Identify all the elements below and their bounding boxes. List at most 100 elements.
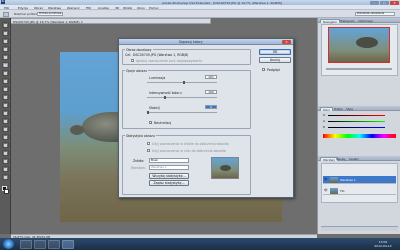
- tab-histogram[interactable]: Histogram: [338, 19, 357, 23]
- background-color-swatch[interactable]: [4, 189, 9, 194]
- gradient-tool-icon[interactable]: [2, 110, 9, 116]
- slider-g-track[interactable]: [328, 120, 385, 123]
- pen-tool-icon[interactable]: [2, 134, 9, 140]
- menu-filter[interactable]: Filtr: [86, 6, 92, 10]
- menu-image[interactable]: Obraz: [34, 6, 43, 10]
- color-slider-b[interactable]: B: [323, 126, 397, 129]
- eyedropper-tool-icon[interactable]: [3, 11, 9, 17]
- navigator-panel-header: Nawigator Histogram Informacje: [318, 18, 400, 24]
- menu-edit[interactable]: Edycja: [18, 6, 28, 10]
- slider-b-track[interactable]: [328, 126, 385, 129]
- color-slider-g[interactable]: G: [323, 120, 397, 123]
- load-statistics-button[interactable]: Wczytaj statystykę...: [149, 173, 189, 179]
- media-taskbar-icon[interactable]: [48, 239, 60, 249]
- target-group-label: Obraz docelowy: [125, 48, 153, 52]
- layer-name: Tło: [340, 188, 345, 193]
- menu-window[interactable]: Okno: [137, 6, 145, 10]
- ignore-selection-checkbox[interactable]: [131, 59, 134, 62]
- shape-tool-icon[interactable]: [2, 158, 9, 164]
- document-tab[interactable]: DSC00745.JPG @ 16,7% (Warstwa 1, RGB/8) …: [11, 18, 211, 24]
- browser-taskbar-icon[interactable]: [34, 239, 46, 249]
- source-label: Źródło:: [133, 159, 145, 163]
- clone-stamp-tool-icon[interactable]: [2, 86, 9, 92]
- system-clock[interactable]: 13:02 2012-04-12: [370, 240, 396, 248]
- fade-slider[interactable]: [147, 112, 217, 113]
- layers-panel-footer: [321, 226, 398, 231]
- use-selection-target-checkbox[interactable]: [147, 149, 150, 152]
- tab-styles[interactable]: Style: [344, 107, 355, 111]
- use-selection-target-label: Użyj zaznaczenia w celu do obliczenia ko…: [152, 148, 226, 153]
- hand-tool-icon[interactable]: [2, 166, 9, 172]
- fade-input[interactable]: 0: [205, 105, 217, 109]
- source-select[interactable]: Brak: [149, 158, 189, 163]
- fade-slider-knob[interactable]: [147, 111, 149, 114]
- color-intensity-input[interactable]: 100: [205, 90, 217, 94]
- menu-select[interactable]: Zaznacz: [67, 6, 79, 10]
- menu-3d[interactable]: 3D: [115, 6, 119, 10]
- color-spectrum-bar[interactable]: [323, 134, 396, 138]
- eraser-tool-icon[interactable]: [2, 102, 9, 108]
- use-selection-source-checkbox[interactable]: [147, 142, 150, 145]
- healing-brush-tool-icon[interactable]: [2, 70, 9, 76]
- right-panels: Nawigator Histogram Informacje Kolor Pró…: [317, 18, 400, 234]
- menu-layer[interactable]: Warstwa: [48, 6, 61, 10]
- slider-r-track[interactable]: [328, 114, 385, 117]
- sample-size-select[interactable]: Próbka punktowa: [37, 12, 63, 16]
- lasso-tool-icon[interactable]: [2, 38, 9, 44]
- ignore-selection-label: Ignoruj zaznaczenie przy dopasowywaniu: [136, 58, 203, 63]
- maximize-button[interactable]: □: [380, 0, 389, 5]
- save-statistics-button[interactable]: Zapisz statystykę...: [149, 180, 189, 186]
- magic-wand-tool-icon[interactable]: [2, 46, 9, 52]
- tab-swatches[interactable]: Próbki: [332, 107, 345, 111]
- crop-tool-icon[interactable]: [2, 54, 9, 60]
- menu-help[interactable]: Pomoc: [149, 6, 159, 10]
- explorer-taskbar-icon[interactable]: [20, 239, 32, 249]
- marquee-tool-icon[interactable]: [2, 30, 9, 36]
- menu-analysis[interactable]: Analiza: [98, 6, 109, 10]
- tab-paths[interactable]: Ścieżki: [347, 157, 361, 161]
- color-intensity-slider[interactable]: [147, 97, 217, 98]
- layer-select[interactable]: Warstwa 1: [149, 165, 189, 170]
- image-statistics-label: Statystyka obrazu: [125, 134, 156, 138]
- luminance-slider[interactable]: [147, 82, 217, 83]
- navigator-zoom-slider[interactable]: [326, 68, 392, 70]
- taskbar: 13:02 2012-04-12: [0, 238, 400, 250]
- blur-tool-icon[interactable]: [2, 118, 9, 124]
- dialog-close-button[interactable]: ✕: [282, 40, 291, 44]
- brush-tool-icon[interactable]: [2, 78, 9, 84]
- close-button[interactable]: ✕: [390, 0, 399, 5]
- path-selection-tool-icon[interactable]: [2, 150, 9, 156]
- layer-row[interactable]: 👁 Warstwa 1: [323, 176, 396, 184]
- luminance-slider-knob[interactable]: [183, 81, 185, 84]
- source-preview-turtle: [220, 165, 231, 171]
- menu-view[interactable]: Widok: [123, 6, 132, 10]
- cancel-button[interactable]: Anuluj: [259, 57, 291, 63]
- eyedropper-tool-icon[interactable]: [2, 62, 9, 68]
- tab-channels[interactable]: Kanały: [334, 157, 347, 161]
- target-image-group: Obraz docelowy: [122, 48, 251, 65]
- preview-checkbox[interactable]: ✓: [262, 68, 266, 72]
- layer-name: Warstwa 1: [340, 177, 356, 182]
- history-brush-tool-icon[interactable]: [2, 94, 9, 100]
- workspace-select[interactable]: Pozostałe ustawienia: [355, 12, 395, 16]
- photoshop-taskbar-icon[interactable]: [62, 239, 74, 249]
- dodge-tool-icon[interactable]: [2, 126, 9, 132]
- luminance-input[interactable]: 101: [205, 75, 217, 79]
- ok-button[interactable]: OK: [259, 49, 291, 55]
- eye-icon[interactable]: 👁: [324, 178, 328, 181]
- color-slider-r[interactable]: R: [323, 114, 397, 117]
- fade-label: Słabnij: [149, 106, 160, 110]
- type-tool-icon[interactable]: [2, 142, 9, 148]
- move-tool-icon[interactable]: [2, 22, 9, 28]
- menu-file[interactable]: Plik: [4, 6, 9, 10]
- start-button[interactable]: [3, 239, 14, 249]
- eye-icon[interactable]: 👁: [324, 189, 328, 192]
- neutralize-checkbox[interactable]: ✓: [149, 121, 153, 125]
- zoom-tool-icon[interactable]: [2, 174, 9, 180]
- color-intensity-slider-knob[interactable]: [164, 96, 166, 99]
- layer-row[interactable]: 👁 Tło: [323, 187, 396, 195]
- tab-info[interactable]: Informacje: [356, 19, 375, 23]
- minimize-button[interactable]: –: [370, 0, 379, 5]
- image-options-group: Opcje obrazu: [122, 69, 251, 129]
- sample-size-label: Rozmiar próbki:: [14, 12, 38, 16]
